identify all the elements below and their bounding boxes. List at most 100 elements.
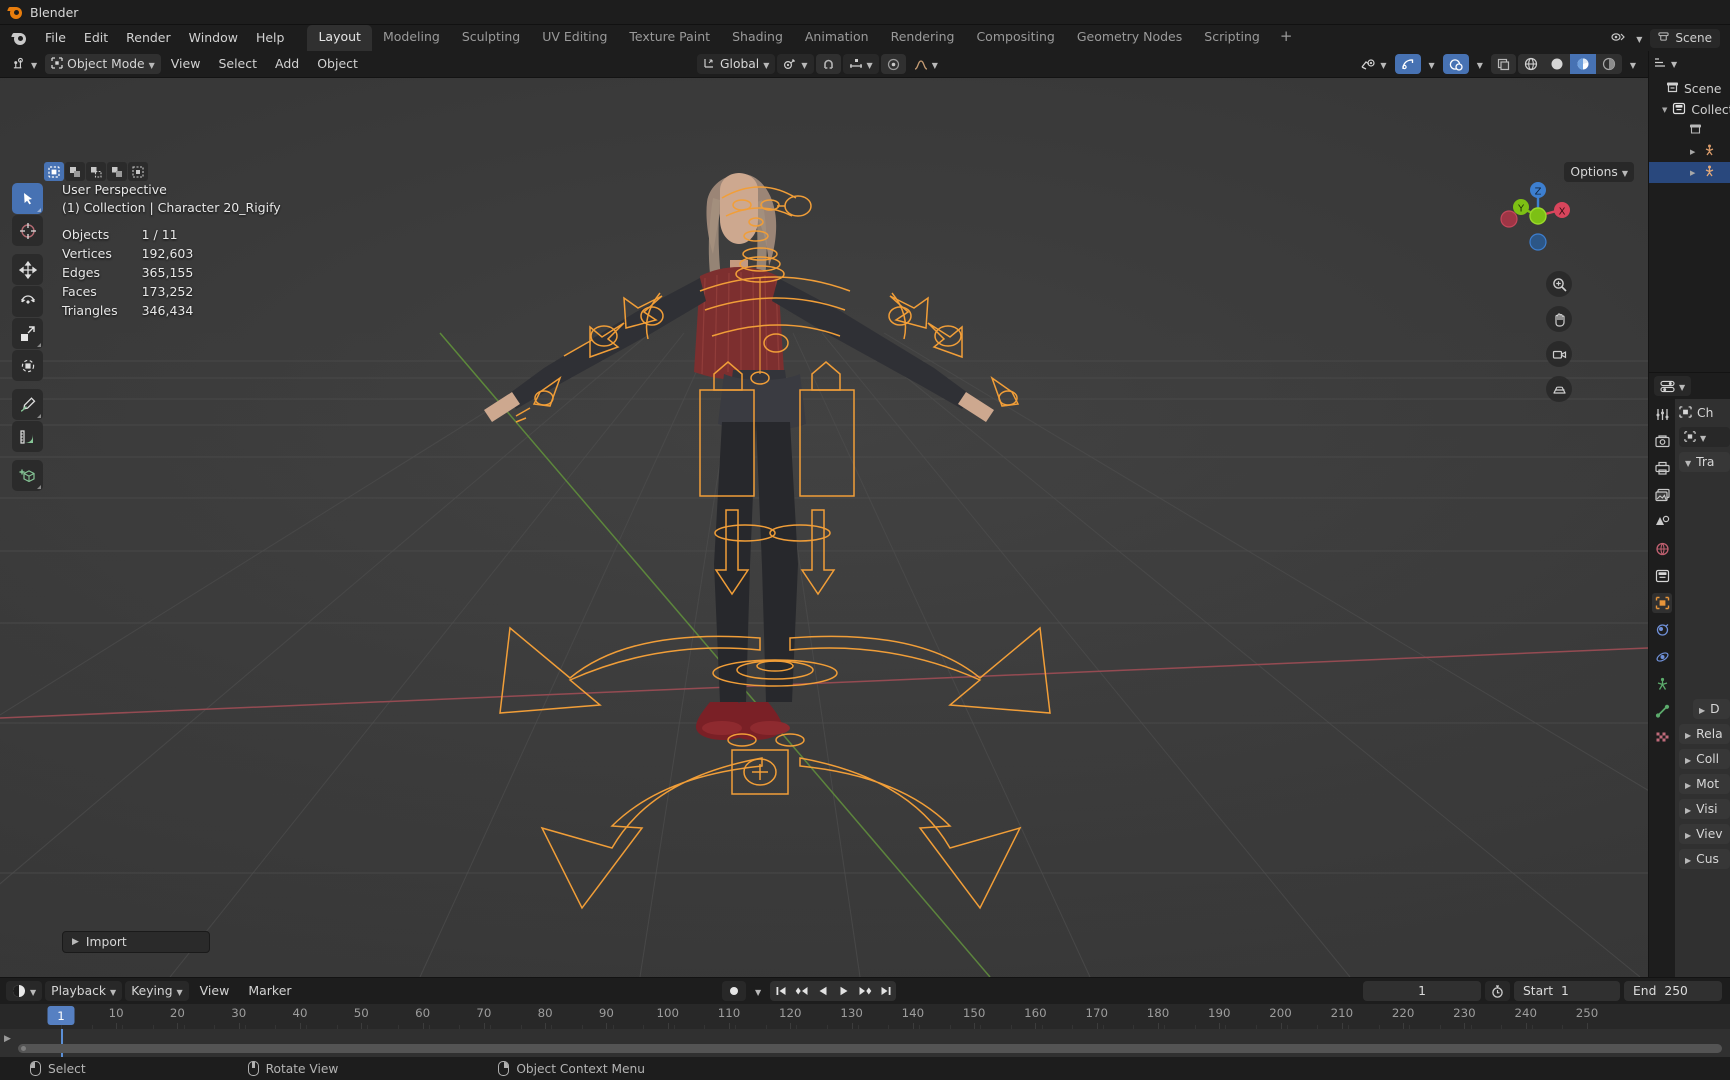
keying-menu-button[interactable]: Keying ▼ xyxy=(125,981,189,1001)
timeline-ruler[interactable]: 1 10 20 30 40 50 60 70 80 90 100 110 120 130 140 150 160… xyxy=(0,1004,1730,1029)
3d-viewport[interactable]: Options ▼ User Perspective (1) Collectio… xyxy=(0,78,1648,977)
add-workspace-button[interactable]: + xyxy=(1271,25,1302,51)
panel-collections[interactable]: ▶ Coll xyxy=(1679,749,1730,769)
pivot-point-button[interactable]: ▼ xyxy=(777,54,814,74)
outliner-row-armature-selected[interactable]: ▶ xyxy=(1649,162,1730,183)
object-selector-field[interactable]: ▼ xyxy=(1679,427,1730,447)
viewport-menu-add[interactable]: Add xyxy=(267,54,307,74)
menu-render[interactable]: Render xyxy=(117,25,180,51)
xray-toggle-button[interactable] xyxy=(1490,54,1516,74)
outliner-editor[interactable]: ▼ Scene ▼ Collection xyxy=(1648,51,1730,372)
snap-settings-button[interactable]: ▼ xyxy=(842,54,879,74)
data-tab[interactable] xyxy=(1652,701,1672,721)
select-intersect-button[interactable] xyxy=(128,162,148,181)
end-frame-field[interactable]: End 250 xyxy=(1624,981,1722,1001)
properties-editor[interactable]: ▼ Ch ▼ ▼ Tra ▶ D ▶ Rela ▶ Coll ▶ Mot ▶ V… xyxy=(1648,372,1730,977)
timeline-editor[interactable]: ▼ Playback ▼ Keying ▼ View Marker ▼ 1 St… xyxy=(0,977,1730,1058)
tab-compositing[interactable]: Compositing xyxy=(965,25,1065,51)
object-mode-button[interactable]: Object Mode ▼ xyxy=(45,54,161,74)
panel-relations[interactable]: ▶ Rela xyxy=(1679,724,1730,744)
current-frame-field[interactable]: 1 xyxy=(1363,981,1481,1001)
viewport-menu-select[interactable]: Select xyxy=(210,54,265,74)
jump-end-icon[interactable] xyxy=(875,981,896,1001)
outliner-row-subcollection[interactable] xyxy=(1649,120,1730,141)
transform-tool-button[interactable] xyxy=(12,350,43,381)
physics-tab[interactable] xyxy=(1652,647,1672,667)
tweak-tool-button[interactable] xyxy=(12,183,43,214)
viewport-options-button[interactable]: Options ▼ xyxy=(1564,162,1634,182)
overlays-toggle-button[interactable] xyxy=(1442,54,1469,74)
menu-file[interactable]: File xyxy=(36,25,75,51)
tab-scripting[interactable]: Scripting xyxy=(1193,25,1271,51)
tab-layout[interactable]: Layout xyxy=(307,25,372,51)
material-tab[interactable] xyxy=(1652,728,1672,748)
visibility-selector-button[interactable]: ▼ xyxy=(1354,54,1392,74)
blender-menu-button[interactable] xyxy=(0,25,36,51)
tool-tab[interactable] xyxy=(1652,404,1672,424)
auto-keying-settings-button[interactable]: ▼ xyxy=(749,981,767,1001)
outliner-editor-type-icon[interactable] xyxy=(1653,56,1667,72)
move-tool-button[interactable] xyxy=(12,254,43,285)
panel-custom-properties[interactable]: ▶ Cus xyxy=(1679,849,1730,869)
tab-rendering[interactable]: Rendering xyxy=(880,25,966,51)
play-reverse-icon[interactable] xyxy=(812,981,833,1001)
collection-tab[interactable] xyxy=(1652,566,1672,586)
scale-tool-button[interactable] xyxy=(12,318,43,349)
cursor-tool-button[interactable] xyxy=(12,215,43,246)
rotate-tool-button[interactable] xyxy=(12,286,43,317)
object-tab[interactable] xyxy=(1652,593,1672,613)
falloff-curve-button[interactable]: ▼ xyxy=(908,54,944,74)
panel-transform[interactable]: ▼ Tra xyxy=(1679,452,1730,472)
tab-shading[interactable]: Shading xyxy=(721,25,794,51)
transform-orientation-button[interactable]: Global ▼ xyxy=(697,54,776,74)
chevron-down-icon[interactable]: ▼ xyxy=(1671,60,1677,69)
tab-modeling[interactable]: Modeling xyxy=(372,25,451,51)
select-box-button[interactable] xyxy=(65,162,85,181)
scene-name-field[interactable]: Scene xyxy=(1650,28,1720,48)
disclosure-triangle-icon[interactable]: ▼ xyxy=(1662,106,1667,114)
operator-redo-panel[interactable]: ▶ Import xyxy=(62,931,210,953)
outliner-row-armature[interactable]: ▶ xyxy=(1649,141,1730,162)
timeline-horizontal-scrollbar[interactable] xyxy=(18,1044,1722,1053)
shading-material-preview-button[interactable] xyxy=(1569,54,1596,74)
viewlayer-tab[interactable] xyxy=(1652,485,1672,505)
panel-viewport-display[interactable]: ▶ Viev xyxy=(1679,824,1730,844)
prev-keyframe-icon[interactable] xyxy=(791,981,812,1001)
modifiers-tab[interactable] xyxy=(1652,620,1672,640)
timeline-track-area[interactable]: ▶ xyxy=(0,1029,1730,1058)
navigation-gizmo[interactable]: Z X Y xyxy=(1498,178,1576,256)
select-extend-button[interactable] xyxy=(86,162,106,181)
auto-keying-button[interactable] xyxy=(722,981,746,1001)
disclosure-triangle-icon[interactable]: ▶ xyxy=(1690,148,1698,156)
viewport-menu-object[interactable]: Object xyxy=(309,54,366,74)
chevron-right-icon[interactable]: ▶ xyxy=(4,1034,11,1044)
scene-tab[interactable] xyxy=(1652,512,1672,532)
camera-icon[interactable] xyxy=(1546,341,1572,367)
shading-wireframe-button[interactable] xyxy=(1517,54,1544,74)
shading-settings-button[interactable]: ▼ xyxy=(1624,54,1642,74)
outliner-row-collection[interactable]: ▼ Collection xyxy=(1649,99,1730,120)
tab-animation[interactable]: Animation xyxy=(794,25,880,51)
menu-window[interactable]: Window xyxy=(180,25,247,51)
properties-editor-type-button[interactable]: ▼ xyxy=(1654,376,1692,396)
proportional-edit-button[interactable] xyxy=(880,54,906,74)
overlays-settings-button[interactable]: ▼ xyxy=(1471,54,1489,74)
constraints-tab[interactable] xyxy=(1652,674,1672,694)
panel-motion-paths[interactable]: ▶ Mot xyxy=(1679,774,1730,794)
tab-sculpting[interactable]: Sculpting xyxy=(451,25,531,51)
panel-delta-transform[interactable]: ▶ D xyxy=(1693,699,1730,719)
annotate-tool-button[interactable] xyxy=(12,389,43,420)
select-subtract-button[interactable] xyxy=(107,162,127,181)
viewport-menu-view[interactable]: View xyxy=(163,54,209,74)
gizmo-settings-button[interactable]: ▼ xyxy=(1423,54,1441,74)
ortho-persp-icon[interactable] xyxy=(1546,376,1572,402)
add-cube-tool-button[interactable] xyxy=(12,460,43,491)
tab-texture-paint[interactable]: Texture Paint xyxy=(618,25,721,51)
playback-menu-button[interactable]: Playback ▼ xyxy=(45,981,123,1001)
disclosure-triangle-icon[interactable]: ▶ xyxy=(1690,169,1698,177)
menu-edit[interactable]: Edit xyxy=(75,25,117,51)
world-tab[interactable] xyxy=(1652,539,1672,559)
start-frame-field[interactable]: Start 1 xyxy=(1514,981,1620,1001)
timeline-menu-marker[interactable]: Marker xyxy=(240,981,299,1001)
panel-visibility[interactable]: ▶ Visi xyxy=(1679,799,1730,819)
